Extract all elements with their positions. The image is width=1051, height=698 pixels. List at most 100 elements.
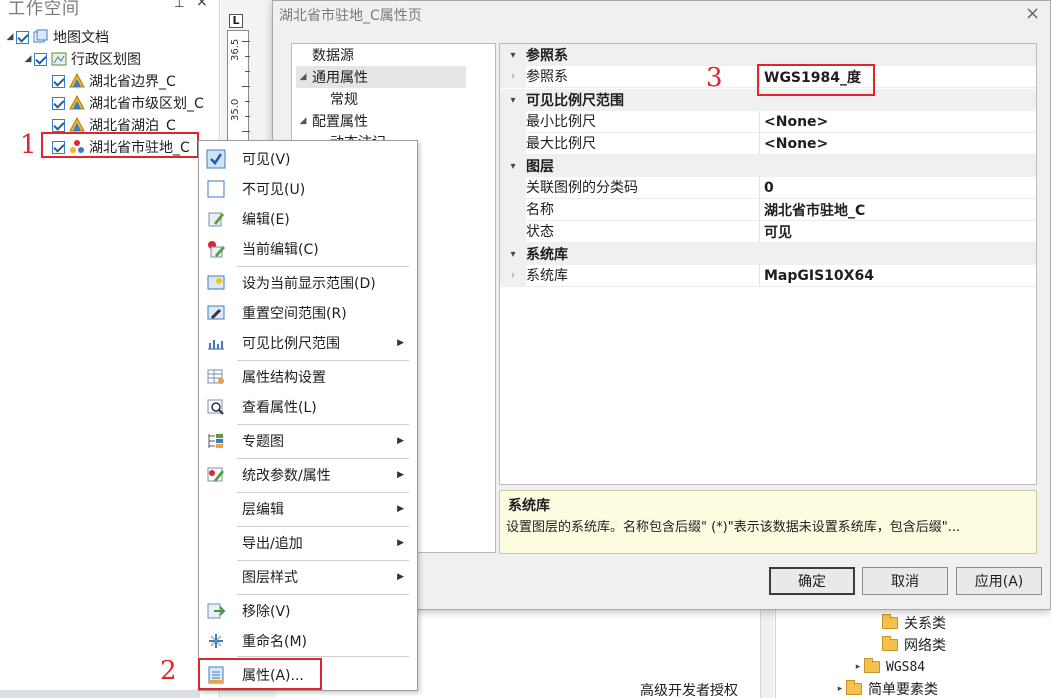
menu-item-visible[interactable]: 可见(V) (200, 145, 416, 173)
catalog-item-network[interactable]: 网络类 (882, 634, 946, 656)
close-icon[interactable]: × (1025, 3, 1040, 24)
catalog-item-simple-features[interactable]: ▸ 简单要素类 (834, 678, 938, 698)
grid-row-state[interactable]: 状态 可见 (500, 220, 1036, 243)
menu-label: 统改参数/属性 (242, 468, 331, 484)
scale-range-icon (206, 333, 226, 353)
expand-arrow-icon[interactable]: ▸ (852, 662, 864, 672)
collapse-arrow-icon[interactable]: ▾ (500, 161, 526, 172)
collapse-arrow-icon[interactable]: ▾ (500, 249, 526, 260)
grid-row-lib[interactable]: › 系统库 MapGIS10X64 (500, 264, 1036, 287)
collapse-arrow-icon[interactable]: ◢ (296, 72, 310, 82)
property-name: 系统库 (526, 264, 760, 287)
collapse-arrow-icon[interactable]: ◢ (4, 32, 16, 42)
nav-item-general[interactable]: ◢ 通用属性 (296, 66, 466, 88)
collapse-arrow-icon[interactable]: ▾ (500, 50, 526, 61)
nav-item-config[interactable]: ◢ 配置属性 (296, 110, 368, 132)
license-status: 高级开发者授权 (640, 683, 738, 698)
grid-row-legend-code[interactable]: 关联图例的分类码 0 (500, 176, 1036, 199)
menu-item-thematic[interactable]: 专题图 ▶ (200, 427, 416, 455)
menu-item-set-display-range[interactable]: 设为当前显示范围(D) (200, 269, 416, 297)
display-range-icon (206, 273, 226, 293)
property-grid: ▾ 参照系 › 参照系 WGS1984_度 ▾ 可见比例尺范围 最小比例尺 <N… (499, 43, 1037, 485)
checkbox[interactable] (34, 52, 47, 66)
grid-row-min-scale[interactable]: 最小比例尺 <None> (500, 110, 1036, 133)
cancel-button[interactable]: 取消 (862, 567, 948, 595)
expand-arrow-icon[interactable]: › (500, 65, 526, 88)
highlight-box-layer (41, 132, 199, 158)
category-label: 图层 (526, 159, 554, 175)
menu-item-export[interactable]: 导出/追加 ▶ (200, 529, 416, 557)
property-value[interactable]: <None> (760, 136, 828, 152)
grid-row-layer-name[interactable]: 名称 湖北省市驻地_C (500, 198, 1036, 221)
ruler-tick (242, 131, 250, 132)
menu-item-reset-range[interactable]: 重置空间范围(R) (200, 299, 416, 327)
checkbox[interactable] (52, 96, 65, 110)
category-label: 参照系 (526, 48, 568, 64)
tree-item-layer-districts[interactable]: 湖北省市级区划_C (52, 92, 204, 114)
ruler-tick (242, 86, 250, 87)
ok-button[interactable]: 确定 (769, 567, 855, 595)
reset-range-icon (206, 303, 226, 323)
menu-item-view-attributes[interactable]: 查看属性(L) (200, 393, 416, 421)
property-value[interactable]: 0 (760, 180, 774, 196)
menu-item-layer-style[interactable]: 图层样式 ▶ (200, 563, 416, 591)
menu-label: 移除(V) (242, 604, 291, 620)
property-value[interactable]: <None> (760, 114, 828, 130)
grid-category-layer[interactable]: ▾ 图层 (500, 155, 1036, 177)
menu-label: 专题图 (242, 434, 284, 450)
expand-arrow-icon[interactable]: ▸ (834, 684, 846, 694)
property-name: 关联图例的分类码 (526, 176, 760, 199)
menu-item-attr-structure[interactable]: 属性结构设置 (200, 363, 416, 391)
submenu-arrow-icon: ▶ (397, 338, 404, 348)
grid-category-reference[interactable]: ▾ 参照系 (500, 44, 1036, 66)
menu-separator (237, 360, 409, 361)
menu-item-invisible[interactable]: 不可见(U) (200, 175, 416, 203)
vertical-scrollbar[interactable] (760, 610, 774, 698)
menu-item-rename[interactable]: 重命名(M) (200, 627, 416, 655)
menu-item-visible-scale[interactable]: 可见比例尺范围 ▶ (200, 329, 416, 357)
horizontal-scrollbar[interactable] (0, 690, 200, 698)
apply-button[interactable]: 应用(A) (956, 567, 1042, 595)
menu-item-remove[interactable]: 移除(V) (200, 597, 416, 625)
menu-separator (237, 492, 409, 493)
menu-item-layer-edit[interactable]: 层编辑 ▶ (200, 495, 416, 523)
menu-item-current-edit[interactable]: 当前编辑(C) (200, 235, 416, 263)
checkbox[interactable] (16, 30, 29, 44)
property-value[interactable]: 湖北省市驻地_C (760, 200, 865, 220)
menu-separator (237, 594, 409, 595)
property-value[interactable]: 可见 (760, 222, 792, 242)
nav-label: 常规 (330, 92, 358, 108)
ruler-strip: 36.5 35.0 (227, 30, 250, 150)
ruler-tick (245, 116, 250, 117)
nav-item-normal[interactable]: 常规 (330, 88, 358, 110)
collapse-arrow-icon[interactable]: ▾ (500, 95, 526, 106)
folder-icon (882, 614, 898, 629)
tree-item-map-document[interactable]: ◢ 地图文档 (4, 26, 109, 48)
map-icon (51, 51, 67, 67)
property-name: 状态 (526, 220, 760, 243)
nav-item-datasource[interactable]: 数据源 (292, 44, 495, 66)
catalog-item-relation[interactable]: 关系类 (882, 612, 946, 634)
description-title: 系统库 (508, 498, 550, 514)
batch-edit-icon (206, 465, 226, 485)
ruler-tick (245, 56, 250, 57)
menu-item-edit[interactable]: 编辑(E) (200, 205, 416, 233)
checkbox[interactable] (52, 74, 65, 88)
tree-label: 湖北省边界_C (89, 74, 176, 90)
collapse-arrow-icon[interactable]: ◢ (22, 54, 34, 64)
checkbox[interactable] (52, 118, 65, 132)
close-icon[interactable]: × (196, 0, 208, 10)
grid-category-lib[interactable]: ▾ 系统库 (500, 243, 1036, 265)
property-name: 最大比例尺 (526, 132, 760, 155)
collapse-arrow-icon[interactable]: ◢ (296, 116, 310, 126)
expand-arrow-icon[interactable]: › (500, 264, 526, 287)
step-number-1: 1 (20, 130, 37, 160)
tree-item-layer-boundary[interactable]: 湖北省边界_C (52, 70, 176, 92)
grid-row-max-scale[interactable]: 最大比例尺 <None> (500, 132, 1036, 155)
menu-item-batch-params[interactable]: 统改参数/属性 ▶ (200, 461, 416, 489)
property-value[interactable]: MapGIS10X64 (760, 268, 874, 284)
tree-item-map[interactable]: ◢ 行政区划图 (22, 48, 141, 70)
pin-icon[interactable]: ⊥ (174, 0, 184, 10)
highlight-box-properties (198, 658, 322, 690)
catalog-item-wgs84[interactable]: ▸ WGS84 (852, 656, 925, 678)
